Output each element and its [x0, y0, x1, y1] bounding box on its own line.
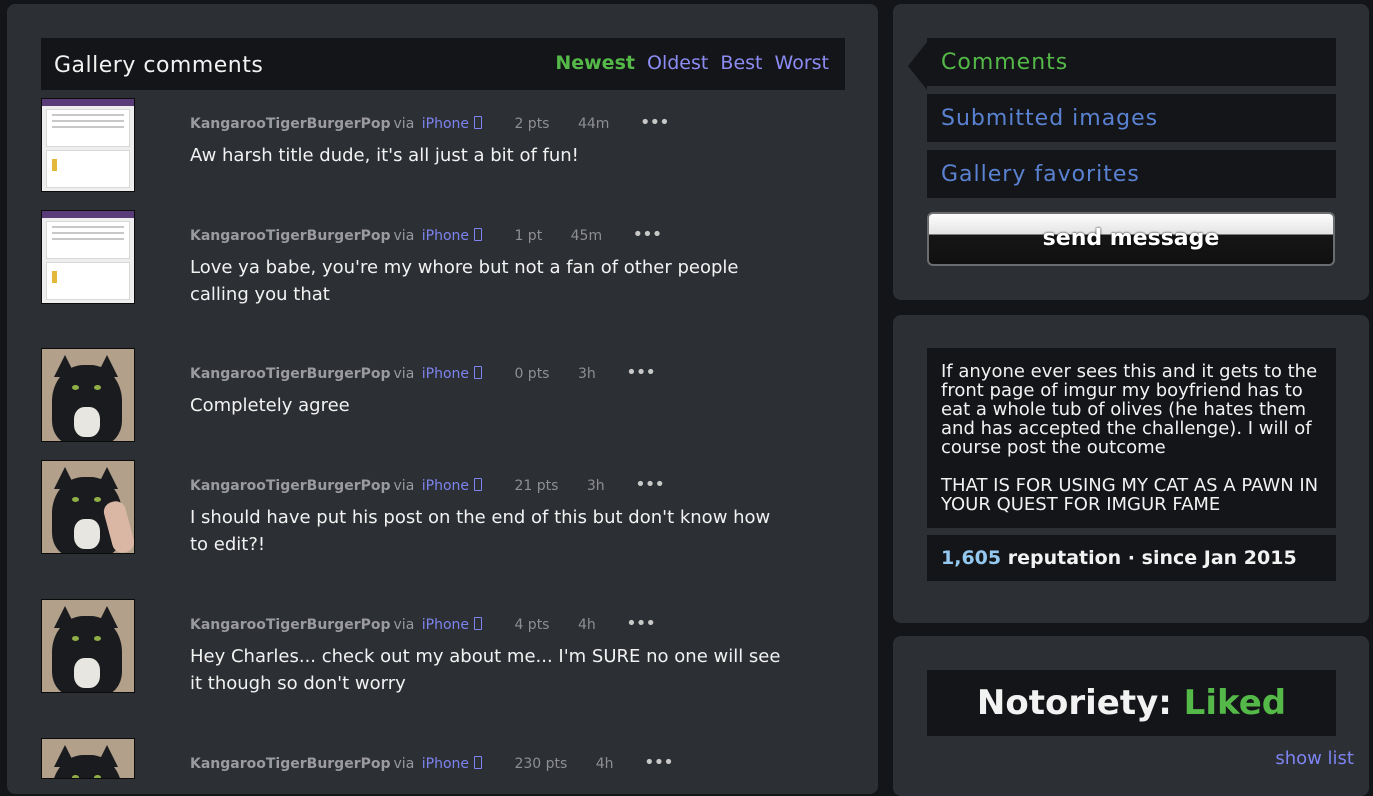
comment-points: 1 pt [514, 228, 543, 244]
device-link[interactable]: iPhone [422, 366, 469, 382]
via-label: via [393, 756, 415, 772]
via-label: via [393, 366, 415, 382]
bio-text: If anyone ever sees this and it gets to … [927, 348, 1336, 528]
notoriety-box: Notoriety: Liked [927, 670, 1336, 736]
comment-image-thumbnail[interactable] [41, 599, 135, 693]
comment-meta: KangarooTigerBurgerPop via iPhone 4 pts 4… [190, 613, 656, 634]
comment-time: 3h [577, 366, 596, 382]
comment-author[interactable]: KangarooTigerBurgerPop [190, 116, 391, 132]
profile-nav-panel: Comments Submitted images Gallery favori… [893, 4, 1369, 300]
comment-time: 3h [586, 478, 605, 494]
comment-time: 45m [570, 228, 603, 244]
comment-meta: KangarooTigerBurgerPop via iPhone 2 pts 4… [190, 112, 670, 133]
comment-meta: KangarooTigerBurgerPop via iPhone 21 pts … [190, 474, 665, 495]
sort-best-tab[interactable]: Best [720, 52, 762, 74]
notoriety-panel: Notoriety: Liked show list [893, 636, 1369, 796]
comment-author[interactable]: KangarooTigerBurgerPop [190, 756, 391, 772]
device-link[interactable]: iPhone [422, 116, 469, 132]
device-link[interactable]: iPhone [422, 756, 469, 772]
comment-text: Aw harsh title dude, it's all just a bit… [190, 145, 579, 166]
reputation-since: reputation · since Jan 2015 [1001, 547, 1297, 569]
comment-author[interactable]: KangarooTigerBurgerPop [190, 617, 391, 633]
via-label: via [393, 617, 415, 633]
via-label: via [393, 478, 415, 494]
phone-icon [474, 228, 482, 241]
nav-comments[interactable]: Comments [927, 38, 1336, 86]
sort-newest-tab[interactable]: Newest [555, 52, 635, 74]
sort-tabs: Newest Oldest Best Worst [549, 52, 829, 74]
active-nav-arrow [908, 42, 927, 90]
comment-text: Completely agree [190, 395, 350, 416]
more-options-icon[interactable]: ••• [626, 613, 656, 634]
send-message-button[interactable]: send message [927, 212, 1335, 266]
comment-meta: KangarooTigerBurgerPop via iPhone 0 pts 3… [190, 362, 656, 383]
comments-title: Gallery comments [54, 53, 264, 78]
comment-points: 21 pts [514, 478, 559, 494]
phone-icon [474, 366, 482, 379]
nav-submitted-images[interactable]: Submitted images [927, 94, 1336, 142]
phone-icon [474, 617, 482, 630]
comment-text: I should have put his post on the end of… [190, 507, 771, 555]
comment-image-thumbnail[interactable] [41, 348, 135, 442]
comment-text: Love ya babe, you're my whore but not a … [190, 257, 739, 305]
device-link[interactable]: iPhone [422, 228, 469, 244]
gallery-comments-panel: Gallery comments Newest Oldest Best Wors… [7, 4, 878, 794]
reputation-box: 1,605 reputation · since Jan 2015 [927, 535, 1336, 581]
device-link[interactable]: iPhone [422, 617, 469, 633]
comment-points: 0 pts [514, 366, 550, 382]
comment-author[interactable]: KangarooTigerBurgerPop [190, 366, 391, 382]
comment-time: 4h [595, 756, 614, 772]
nav-gallery-favorites[interactable]: Gallery favorites [927, 150, 1336, 198]
send-message-label: send message [1042, 226, 1220, 251]
comment-time: 44m [577, 116, 610, 132]
phone-icon [474, 116, 482, 129]
comment-author[interactable]: KangarooTigerBurgerPop [190, 478, 391, 494]
phone-icon [474, 756, 482, 769]
notoriety-label: Notoriety: [976, 683, 1184, 723]
more-options-icon[interactable]: ••• [635, 474, 665, 495]
comment-points: 4 pts [514, 617, 550, 633]
phone-icon [474, 478, 482, 491]
comment-points: 2 pts [514, 116, 550, 132]
show-list-link[interactable]: show list [1275, 748, 1354, 769]
more-options-icon[interactable]: ••• [626, 362, 656, 383]
comment-image-thumbnail[interactable] [41, 460, 135, 554]
profile-bio-panel: If anyone ever sees this and it gets to … [893, 315, 1369, 623]
more-options-icon[interactable]: ••• [633, 224, 663, 245]
comment-points: 230 pts [514, 756, 568, 772]
comment-meta: KangarooTigerBurgerPop via iPhone 230 pts… [190, 752, 674, 773]
more-options-icon[interactable]: ••• [640, 112, 670, 133]
notoriety-value: Liked [1183, 683, 1287, 723]
via-label: via [393, 116, 415, 132]
sort-oldest-tab[interactable]: Oldest [647, 52, 708, 74]
device-link[interactable]: iPhone [422, 478, 469, 494]
reputation-count: 1,605 [941, 547, 1002, 569]
comment-image-thumbnail[interactable] [41, 210, 135, 304]
comment-author[interactable]: KangarooTigerBurgerPop [190, 228, 391, 244]
more-options-icon[interactable]: ••• [644, 752, 674, 773]
comment-image-thumbnail[interactable] [41, 98, 135, 192]
comment-image-thumbnail[interactable] [41, 738, 135, 779]
sort-worst-tab[interactable]: Worst [775, 52, 829, 74]
via-label: via [393, 228, 415, 244]
comment-meta: KangarooTigerBurgerPop via iPhone 1 pt 45… [190, 224, 663, 245]
comment-time: 4h [577, 617, 596, 633]
comment-text: Hey Charles... check out my about me... … [190, 646, 781, 694]
comments-header: Gallery comments Newest Oldest Best Wors… [41, 38, 845, 90]
